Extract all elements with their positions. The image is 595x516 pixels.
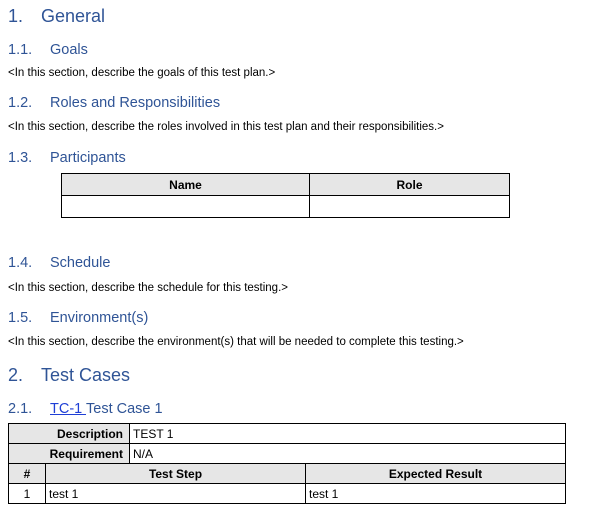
test-step-cell[interactable]: test 1 [45,483,306,504]
participant-name-cell[interactable] [61,195,310,218]
tc1-info-table: Description TEST 1 Requirement N/A [8,423,566,464]
schedule-body: <In this section, describe the schedule … [8,282,288,294]
heading-text: General [41,6,106,26]
heading-number: 2.1. [8,401,33,417]
heading-number: 1.1. [8,42,33,58]
heading-roles: 1.2. Roles and Responsibilities [8,95,220,111]
tc1-link[interactable]: TC-1 [50,401,86,417]
heading-number: 1.3. [8,150,33,166]
heading-text: Environment(s) [50,310,149,326]
participants-table: Name Role [61,173,510,218]
requirement-value[interactable]: N/A [129,443,566,464]
description-label: Description [8,423,130,444]
step-number-cell: 1 [8,483,46,504]
tc1-steps-table: # Test Step Expected Result 1 test 1 tes… [8,463,566,504]
column-header-test-step: Test Step [45,463,306,484]
heading-goals: 1.1. Goals [8,42,88,58]
roles-body: <In this section, describe the roles inv… [8,121,444,133]
heading-general: 1. General [8,6,105,27]
heading-tc1: 2.1. TC-1 Test Case 1 [8,401,163,417]
column-header-number: # [8,463,46,484]
heading-number: 1.2. [8,95,33,111]
heading-environment: 1.5. Environment(s) [8,310,148,326]
heading-participants: 1.3. Participants [8,150,126,166]
heading-number: 1.4. [8,255,33,271]
participant-role-cell[interactable] [309,195,510,218]
table-row: 1 test 1 test 1 [8,483,566,504]
heading-text: Test Cases [41,365,131,385]
description-value[interactable]: TEST 1 [129,423,566,444]
heading-text: Goals [50,42,88,58]
goals-body: <In this section, describe the goals of … [8,67,276,79]
heading-text: Schedule [50,255,111,271]
requirement-label: Requirement [8,443,130,464]
heading-number: 2. [8,365,24,385]
heading-text: Roles and Responsibilities [50,95,221,111]
heading-schedule: 1.4. Schedule [8,255,110,271]
environment-body: <In this section, describe the environme… [8,336,464,348]
column-header-expected-result: Expected Result [305,463,566,484]
heading-text: Test Case 1 [86,401,163,417]
column-header-name: Name [61,173,310,196]
table-row [61,195,510,218]
expected-result-cell[interactable]: test 1 [305,483,566,504]
column-header-role: Role [309,173,510,196]
heading-text: Participants [50,150,126,166]
heading-number: 1. [8,6,24,26]
heading-test-cases: 2. Test Cases [8,365,130,386]
heading-number: 1.5. [8,310,33,326]
